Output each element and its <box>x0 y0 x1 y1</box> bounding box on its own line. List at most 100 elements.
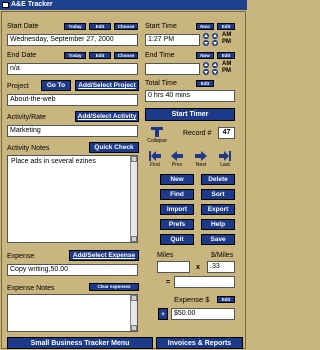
first-icon <box>149 151 161 161</box>
collapse-icon <box>151 127 163 137</box>
start-date-label: Start Date <box>7 23 39 30</box>
next-icon <box>195 151 207 161</box>
end-date-field[interactable]: n/a <box>7 63 138 75</box>
end-time-now-button[interactable]: Now <box>196 52 214 59</box>
expense-notes-scrollbar[interactable] <box>130 295 137 331</box>
start-time-edit-button[interactable]: Edit <box>217 23 235 30</box>
start-timer-button[interactable]: Start Timer <box>145 108 235 121</box>
last-icon <box>219 151 231 161</box>
expense-label: Expense <box>7 253 35 260</box>
small-business-tracker-menu-button[interactable]: Small Business Tracker Menu <box>7 337 153 349</box>
miles-field[interactable] <box>157 261 190 273</box>
save-button[interactable]: Save <box>201 234 235 245</box>
mileage-result-field[interactable] <box>174 276 235 288</box>
scroll-arrow-icon[interactable] <box>131 156 137 162</box>
activity-notes-label: Activity Notes <box>7 145 50 152</box>
per-mile-label: $/Miles <box>211 252 234 259</box>
miles-label: Miles <box>157 252 174 259</box>
add-expense-plus-button[interactable]: + <box>158 308 168 320</box>
start-date-field[interactable]: Wednesday, September 27, 2000 <box>7 34 138 46</box>
prev-record-button[interactable]: Prev <box>168 150 186 168</box>
start-date-choose-button[interactable]: Choose <box>114 23 138 30</box>
start-time-now-button[interactable]: Now <box>196 23 214 30</box>
spin-up-icon[interactable] <box>203 33 209 39</box>
collapse-control[interactable]: Collapse <box>146 126 168 146</box>
find-button[interactable]: Find <box>160 189 194 200</box>
scroll-arrow-icon[interactable] <box>131 325 137 331</box>
start-time-field[interactable]: 1:27 PM <box>145 34 200 46</box>
project-goto-button[interactable]: Go To <box>41 80 71 91</box>
project-field[interactable]: About-the-web <box>7 94 138 106</box>
scroll-arrow-icon[interactable] <box>131 295 137 301</box>
first-label: First <box>150 162 160 168</box>
main-panel: Start Date Today Edit Choose Wednesday, … <box>1 11 246 349</box>
window-title: A&E Tracker <box>11 1 53 8</box>
clear-expenses-button[interactable]: Clear expenses <box>89 283 139 291</box>
am-label: AM <box>222 32 232 38</box>
last-label: Last <box>220 162 230 168</box>
end-date-label: End Date <box>7 52 37 59</box>
total-time-field[interactable]: 0 hrs 40 mins <box>145 90 235 102</box>
total-time-label: Total Time <box>145 80 177 87</box>
activity-label: Activity/Rate <box>7 114 46 121</box>
import-button[interactable]: Import <box>160 204 194 215</box>
end-date-edit-button[interactable]: Edit <box>89 52 111 59</box>
quit-button[interactable]: Quit <box>160 234 194 245</box>
activity-notes-scrollbar[interactable] <box>130 156 137 242</box>
invoices-reports-button[interactable]: Invoices & Reports <box>156 337 243 349</box>
end-date-today-button[interactable]: Today <box>64 52 86 59</box>
expense-total-label: Expense $ <box>174 295 210 304</box>
start-date-today-button[interactable]: Today <box>64 23 86 30</box>
spin-down-icon[interactable] <box>212 40 218 46</box>
pm-label: PM <box>222 39 231 45</box>
start-time-label: Start Time <box>145 23 177 30</box>
prev-label: Prev <box>171 162 183 168</box>
expense-total-edit-button[interactable]: Edit <box>217 296 235 303</box>
expense-notes-label: Expense Notes <box>7 285 55 292</box>
first-record-button[interactable]: First <box>146 150 164 168</box>
end-time-edit-button[interactable]: Edit <box>217 52 235 59</box>
export-button[interactable]: Export <box>201 204 235 215</box>
total-time-edit-button[interactable]: Edit <box>196 80 214 87</box>
activity-notes-text: Place ads in several ezines <box>11 158 96 165</box>
start-date-edit-button[interactable]: Edit <box>89 23 111 30</box>
expense-field[interactable]: Copy writing,50.00 <box>7 264 138 276</box>
last-record-button[interactable]: Last <box>216 150 234 168</box>
spin-up-icon[interactable] <box>203 62 209 68</box>
end-time-ampm[interactable]: AM PM <box>222 61 231 75</box>
start-time-ampm[interactable]: AM PM <box>222 32 231 46</box>
title-bar: A&E Tracker <box>0 0 247 10</box>
expense-notes-area[interactable] <box>7 294 138 332</box>
end-time-label: End Time <box>145 52 175 59</box>
pm-label: PM <box>222 68 231 74</box>
spin-down-icon[interactable] <box>203 69 209 75</box>
expense-total-field[interactable]: $50.00 <box>171 308 235 320</box>
help-button[interactable]: Help <box>201 219 235 230</box>
delete-button[interactable]: Delete <box>201 174 235 185</box>
spin-up-icon[interactable] <box>212 62 218 68</box>
spin-down-icon[interactable] <box>212 69 218 75</box>
sort-button[interactable]: Sort <box>201 189 235 200</box>
add-select-activity-button[interactable]: Add/Select Activity <box>75 111 139 122</box>
record-label: Record # <box>183 130 212 137</box>
app-icon <box>2 2 9 8</box>
add-select-project-button[interactable]: Add/Select Project <box>75 80 139 91</box>
scroll-arrow-icon[interactable] <box>131 236 137 242</box>
collapse-label: Collapse <box>147 138 167 144</box>
next-record-button[interactable]: Next <box>192 150 210 168</box>
multiply-sign: x <box>196 264 200 271</box>
spin-up-icon[interactable] <box>212 33 218 39</box>
end-time-field[interactable] <box>145 63 200 75</box>
prefs-button[interactable]: Prefs <box>160 219 194 230</box>
end-date-choose-button[interactable]: Choose <box>114 52 138 59</box>
rate-per-mile-field[interactable]: .33 <box>207 261 235 273</box>
spin-down-icon[interactable] <box>203 40 209 46</box>
am-label: AM <box>222 61 232 67</box>
prev-icon <box>171 151 183 161</box>
record-number-field[interactable]: 47 <box>218 127 235 139</box>
activity-field[interactable]: Marketing <box>7 125 138 137</box>
add-select-expense-button[interactable]: Add/Select Expense <box>69 250 139 261</box>
quick-check-button[interactable]: Quick Check <box>89 142 139 153</box>
new-button[interactable]: New <box>160 174 194 185</box>
activity-notes-area[interactable]: Place ads in several ezines <box>7 155 138 243</box>
